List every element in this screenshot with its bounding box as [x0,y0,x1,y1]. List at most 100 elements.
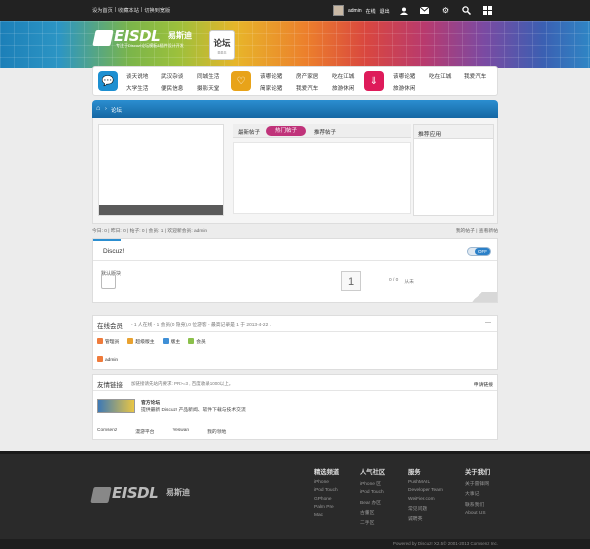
mail-icon[interactable] [420,6,429,15]
online-user[interactable]: admin [105,358,118,363]
links-note: 加链接请先站内要求: PR>=3 , 百度收录1000以上。 [131,381,234,386]
nav-item[interactable]: 便民信息 [161,84,183,92]
set-homepage-link[interactable]: 设为首页 [92,7,113,14]
user-icon[interactable] [399,6,408,15]
friend-link[interactable]: Comsenz [97,428,117,435]
recommend-title: 推荐应用 [414,125,493,139]
board-posts: 0 / 0 [389,278,399,283]
search-icon[interactable] [462,6,471,15]
nav-item[interactable]: 同城生活 [197,72,219,80]
stats-text: 今日: 0 | 昨日: 0 | 帖子: 0 | 会员: 1 | 欢迎新会员: a… [92,229,208,234]
member-icon [188,338,195,344]
nav-item[interactable]: 大学生活 [126,84,148,92]
footer-link[interactable]: GPhone [314,497,339,502]
nav-item[interactable]: 该哪论猪 [393,72,415,80]
nav-item[interactable]: 我爱汽车 [296,84,318,92]
category-title[interactable]: Discuz! [103,248,124,255]
copyright: Powered by Discuz! X2.5© 2001-2013 Comse… [392,541,498,546]
friend-links: 友情链接 加链接请先站内要求: PR>=3 , 百度收录1000以上。 申请链接… [92,374,498,440]
chat-icon: 💬 [98,71,118,91]
switch-wide-link[interactable]: 切换到宽版 [144,7,170,14]
footer-link[interactable]: 常见问题 [408,505,443,512]
status-text[interactable]: 在线 [366,8,376,15]
bookmark-link[interactable]: 收藏本站 [118,7,139,14]
top-bar: 设为首页 | 收藏本站 | 切换到宽版 admin 在线 退出 ⚙ [0,0,590,21]
breadcrumb: ⌂ › 论坛 [92,100,498,118]
nav-item[interactable]: 旅游休闲 [332,84,354,92]
friend-link[interactable]: 漫游平台 [135,428,154,435]
breadcrumb-forum[interactable]: 论坛 [111,106,122,114]
official-title[interactable]: 官方论坛 [141,399,160,406]
footer-link[interactable]: WeiFier.com [408,497,443,502]
footer-link[interactable]: 关于雷锋网 [465,480,490,487]
footer-link[interactable]: Bear 办区 [360,499,385,506]
nav-item[interactable]: 旅游休闲 [393,84,415,92]
footer-link[interactable]: PushMAIL [408,480,443,485]
footer-logo[interactable]: EISDL 易斯迪 [90,484,192,508]
username-link[interactable]: admin [348,8,362,15]
heart-icon: ♡ [231,71,251,91]
avatar[interactable] [333,5,344,16]
site-logo[interactable]: EISDL 易斯迪 专注于Discuz!论坛模板&插件设计开发 [92,27,194,51]
footer-link[interactable]: iPod Touch [314,488,339,493]
footer-col: 关于我们 关于雷锋网 大事记 联系我们 About US [465,469,491,516]
download-icon: ⇓ [364,71,384,91]
footer-link[interactable]: iPhone 区 [360,480,385,487]
footer-link[interactable]: 诚聘英 [408,515,443,522]
nav-item[interactable]: 吃在江城 [332,72,354,80]
recommend-apps: 推荐应用 [413,124,494,216]
user-info: admin 在线 退出 [348,8,390,15]
footer-link[interactable]: About US [465,511,490,516]
post-list [233,142,411,214]
friend-link[interactable]: Yeswan [172,428,189,435]
footer-link[interactable]: 二手区 [360,519,385,526]
online-members: 在线会员 - 1 人在线 - 1 会员(0 隐身),0 位游客 - 最高记录是 … [92,315,498,370]
board-count: 1 [341,271,361,291]
nav-panel: 💬 谈天说地 大学生活 武汉杂谈 便民信息 同城生活 摄影天堂 ♡ 该哪论猪 简… [92,66,498,96]
online-title: 在线会员 [97,323,123,330]
footer-link[interactable]: Mac [314,513,339,518]
banner [0,21,590,68]
footer-col: 服务 PushMAIL Developer Team WeiFier.com 常… [408,469,443,522]
footer-link[interactable]: Palm Pre [314,505,339,510]
apply-link[interactable]: 申请链接 [474,381,493,388]
footer-link[interactable]: Developer Team [408,488,443,493]
gear-icon[interactable]: ⚙ [441,6,450,15]
nav-item[interactable]: 谈天说地 [126,72,148,80]
tab-latest[interactable]: 最新帖子 [238,128,260,136]
friend-link[interactable]: 我的领地 [207,428,226,435]
footer-col: 精选频道 iPhone iPod Touch GPhone Palm Pre M… [314,469,340,518]
nav-item[interactable]: 摄影天堂 [197,84,219,92]
footer-link[interactable]: iPod Touch [360,490,385,495]
stats-links[interactable]: 我的帖子 | 查看新帖 [456,227,498,234]
member-legend: 管理员 超级版主 版主 会员 [97,338,206,345]
discuz-logo-image[interactable] [97,399,135,413]
admin-icon [97,356,103,362]
forum-stats: 今日: 0 | 昨日: 0 | 帖子: 0 | 会员: 1 | 欢迎新会员: a… [92,227,498,237]
logout-link[interactable]: 退出 [380,8,390,15]
tab-hot[interactable]: 热门帖子 [266,126,306,136]
top-links: 设为首页 | 收藏本站 | 切换到宽版 [92,7,171,14]
slideshow[interactable] [98,124,224,216]
nav-item[interactable]: 武汉杂谈 [161,72,183,80]
nav-item[interactable]: 简家论猪 [260,84,282,92]
footer-link[interactable]: 古董区 [360,509,385,516]
nav-item[interactable]: 我爱汽车 [464,72,486,80]
post-tabs: 最新帖子 热门帖子 推荐帖子 [233,124,411,138]
nav-item[interactable]: 房产家居 [296,72,318,80]
footer-link[interactable]: iPhone [314,480,339,485]
collapse-toggle[interactable]: OFF [467,247,491,256]
grid-icon[interactable] [483,6,492,15]
footer-col: 人气社区 iPhone 区 iPod Touch Bear 办区 古董区 二手区 [360,469,386,526]
collapse-button[interactable]: — [485,320,491,326]
chevron-right-icon: › [105,106,107,112]
links-title: 友情链接 [97,382,123,389]
section-label: 论坛 BBS [209,30,235,60]
nav-item[interactable]: 该哪论猪 [260,72,282,80]
tab-recommended[interactable]: 推荐帖子 [314,128,336,136]
nav-item[interactable]: 吃在江城 [429,72,451,80]
home-icon[interactable]: ⌂ [96,105,100,112]
footer-link[interactable]: 大事记 [465,490,490,497]
main-box: 最新帖子 热门帖子 推荐帖子 推荐应用 [92,118,498,224]
footer-link[interactable]: 联系我们 [465,501,490,508]
